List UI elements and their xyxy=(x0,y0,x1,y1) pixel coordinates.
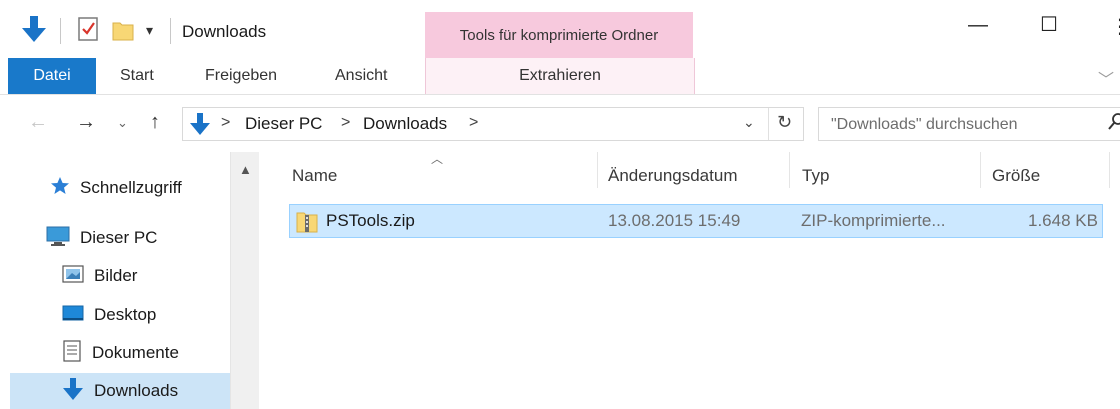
download-arrow-icon xyxy=(62,377,84,406)
column-header-size[interactable]: Größe xyxy=(992,166,1040,186)
navigation-scrollbar[interactable] xyxy=(230,152,259,409)
star-icon xyxy=(50,176,70,201)
file-name: PSTools.zip xyxy=(326,211,415,230)
breadcrumb-dieser-pc[interactable]: Dieser PC xyxy=(245,114,322,134)
tab-extrahieren[interactable]: Extrahieren xyxy=(425,58,695,94)
sort-ascending-icon: ︿ xyxy=(431,152,444,166)
breadcrumb-separator: > xyxy=(469,114,479,131)
file-list: ︿ Name Änderungsdatum Typ Größe PSTools.… xyxy=(259,152,1120,409)
nav-item-label: Bilder xyxy=(94,266,138,285)
separator xyxy=(60,18,61,44)
contextual-tab-group-header: Tools für komprimierte Ordner xyxy=(425,12,693,58)
navigation-pane: Schnellzugriff Dieser PC Bilder Desktop … xyxy=(0,152,259,409)
recent-locations-chevron-icon[interactable]: ⌄ xyxy=(117,115,128,131)
search-input[interactable] xyxy=(829,112,1093,138)
column-separator xyxy=(789,152,790,188)
ribbon-tabs: Datei Start Freigeben Ansicht Extrahiere… xyxy=(0,58,1120,95)
table-row[interactable]: PSTools.zip 13.08.2015 15:49 ZIP-komprim… xyxy=(289,204,1103,238)
address-bar[interactable]: > Dieser PC > Downloads > ⌄ ↻ xyxy=(182,107,804,141)
up-arrow-icon[interactable]: ↑ xyxy=(150,111,160,134)
zip-folder-icon xyxy=(296,209,318,238)
nav-item-label: Dieser PC xyxy=(80,228,158,247)
nav-item-downloads[interactable]: Downloads xyxy=(10,373,230,409)
download-arrow-icon xyxy=(20,14,48,49)
scroll-up-arrow-icon[interactable]: ▲ xyxy=(239,162,252,177)
documents-icon xyxy=(62,339,82,367)
column-header-type[interactable]: Typ xyxy=(802,166,829,186)
nav-item-label: Desktop xyxy=(94,305,157,324)
search-icon[interactable] xyxy=(1107,112,1120,137)
chevron-down-icon[interactable]: ﹀ xyxy=(1098,66,1114,90)
nav-item-schnellzugriff[interactable]: Schnellzugriff xyxy=(50,170,182,206)
breadcrumb-separator: > xyxy=(221,114,231,131)
file-type: ZIP-komprimierte... xyxy=(801,211,946,230)
column-header-name[interactable]: Name xyxy=(292,166,337,186)
column-separator xyxy=(597,152,598,188)
title-bar: ▾ Downloads Tools für komprimierte Ordne… xyxy=(0,0,1120,58)
new-folder-icon[interactable] xyxy=(112,19,134,46)
desktop-icon xyxy=(62,303,84,328)
nav-item-label: Downloads xyxy=(94,381,179,400)
file-modified: 13.08.2015 15:49 xyxy=(608,211,741,230)
column-separator xyxy=(980,152,981,188)
nav-item-bilder[interactable]: Bilder xyxy=(62,258,137,294)
tab-freigeben[interactable]: Freigeben xyxy=(205,58,277,94)
address-divider xyxy=(768,108,769,140)
refresh-icon[interactable]: ↻ xyxy=(777,112,792,133)
maximize-button[interactable]: ☐ xyxy=(1040,12,1058,37)
computer-icon xyxy=(46,225,70,252)
minimize-button[interactable]: — xyxy=(968,14,988,37)
nav-item-label: Dokumente xyxy=(92,343,179,362)
nav-item-desktop[interactable]: Desktop xyxy=(62,297,156,333)
column-separator xyxy=(1109,152,1110,188)
nav-item-label: Schnellzugriff xyxy=(80,178,182,197)
download-arrow-icon xyxy=(189,111,211,142)
breadcrumb-separator: > xyxy=(341,114,351,131)
file-size: 1.648 KB xyxy=(1028,211,1098,230)
properties-icon[interactable] xyxy=(77,17,99,46)
column-header-modified[interactable]: Änderungsdatum xyxy=(608,166,737,186)
address-dropdown-icon[interactable]: ⌄ xyxy=(743,114,755,131)
address-row: ← → ⌄ ↑ > Dieser PC > Downloads > ⌄ ↻ xyxy=(0,95,1120,151)
breadcrumb-downloads[interactable]: Downloads xyxy=(363,114,447,134)
close-button[interactable]: ⋮ xyxy=(1110,14,1120,39)
search-box[interactable] xyxy=(818,107,1120,141)
tab-start[interactable]: Start xyxy=(120,58,154,94)
tab-ansicht[interactable]: Ansicht xyxy=(335,58,387,94)
pictures-icon xyxy=(62,264,84,289)
tab-datei[interactable]: Datei xyxy=(8,58,96,94)
customize-quick-access-icon[interactable]: ▾ xyxy=(146,22,153,39)
nav-item-dokumente[interactable]: Dokumente xyxy=(62,335,179,371)
window-title: Downloads xyxy=(182,22,267,41)
separator xyxy=(170,18,171,44)
forward-arrow-icon[interactable]: → xyxy=(76,111,96,134)
nav-item-dieser-pc[interactable]: Dieser PC xyxy=(46,220,157,256)
back-arrow-icon[interactable]: ← xyxy=(28,111,48,134)
